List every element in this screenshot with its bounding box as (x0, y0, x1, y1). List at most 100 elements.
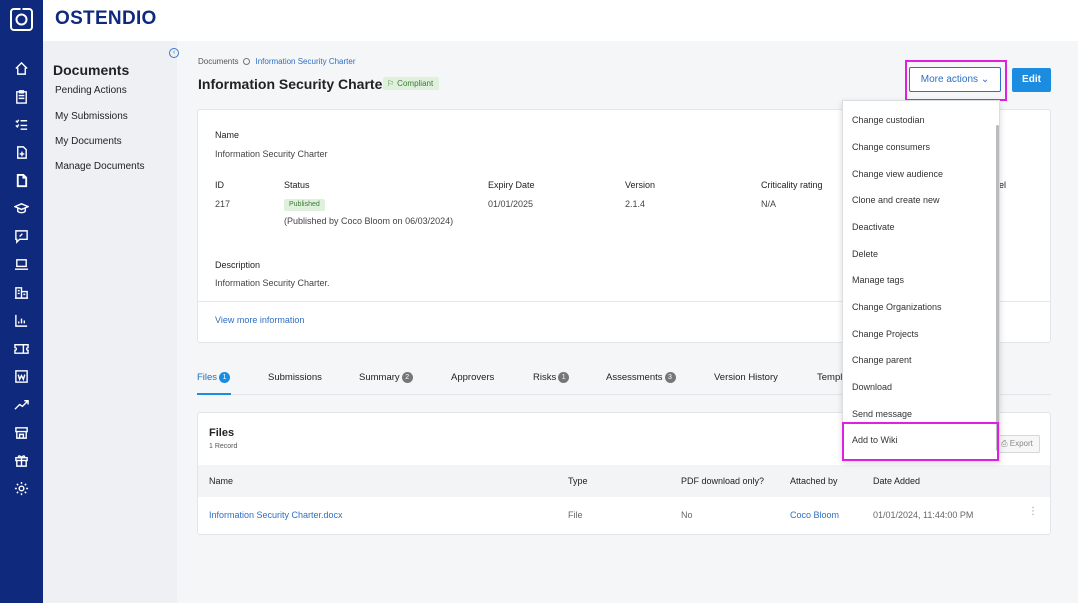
status-label: Status (284, 180, 310, 190)
more-actions-menu: Change custodian Change consumers Change… (842, 100, 1000, 461)
name-label: Name (215, 130, 240, 140)
wiki-icon[interactable] (12, 367, 31, 386)
ticket-icon[interactable] (12, 339, 31, 358)
gift-icon[interactable] (12, 451, 31, 470)
partial-label: el (999, 180, 1007, 190)
file-pdf-only: No (681, 510, 693, 520)
tab-version-history[interactable]: Version History (714, 372, 778, 383)
sidebar-item-manage-documents[interactable]: Manage Documents (55, 161, 145, 172)
expiry-value: 01/01/2025 (488, 199, 534, 209)
file-name-link[interactable]: Information Security Charter.docx (209, 510, 343, 520)
menu-item-change-custodian[interactable]: Change custodian (852, 115, 925, 125)
description-label: Description (215, 260, 261, 270)
export-button[interactable]: ⎙ Export (994, 435, 1040, 453)
menu-item-change-consumers[interactable]: Change consumers (852, 142, 930, 152)
menu-item-send-message[interactable]: Send message (852, 409, 912, 419)
breadcrumb: Documents Information Security Charter (198, 57, 356, 66)
breadcrumb-root[interactable]: Documents (198, 57, 238, 66)
flag-icon: ⚐ (387, 79, 395, 88)
store-icon[interactable] (12, 423, 31, 442)
trend-icon[interactable] (12, 395, 31, 414)
menu-item-change-organizations[interactable]: Change Organizations (852, 302, 942, 312)
sidebar-item-my-documents[interactable]: My Documents (55, 136, 122, 147)
criticality-value: N/A (761, 199, 777, 209)
tab-files-label: Files (197, 372, 218, 384)
status-note: (Published by Coco Bloom on 06/03/2024) (284, 216, 454, 226)
documents-sidebar: ‹ Documents Pending Actions My Submissio… (43, 41, 179, 603)
tab-risks-count: 1 (558, 372, 570, 383)
more-actions-highlight (905, 60, 1007, 101)
ostendio-logo-icon[interactable] (9, 7, 34, 32)
column-header-name[interactable]: Name (209, 476, 233, 486)
menu-item-delete[interactable]: Delete (852, 249, 878, 259)
sidebar-item-pending-actions[interactable]: Pending Actions (55, 85, 127, 96)
menu-item-deactivate[interactable]: Deactivate (852, 222, 895, 232)
menu-item-change-parent[interactable]: Change parent (852, 355, 912, 365)
version-value: 2.1.4 (625, 199, 646, 209)
file-date-added: 01/01/2024, 11:44:00 PM (873, 510, 974, 520)
chat-icon[interactable] (12, 227, 31, 246)
view-more-link[interactable]: View more information (215, 315, 304, 325)
version-label: Version (625, 180, 656, 190)
breadcrumb-separator-icon (243, 58, 251, 66)
icon-rail (0, 0, 43, 603)
document-icon[interactable] (12, 171, 31, 190)
menu-item-download[interactable]: Download (852, 382, 892, 392)
tab-templates[interactable]: Templ (817, 372, 842, 383)
brand-name[interactable]: OSTENDIO (55, 8, 157, 30)
menu-item-change-view-audience[interactable]: Change view audience (852, 169, 943, 179)
file-plus-icon[interactable] (12, 143, 31, 162)
buildings-icon[interactable] (12, 283, 31, 302)
export-icon: ⎙ (1001, 439, 1008, 448)
tab-summary[interactable]: Summary 2 (359, 372, 413, 383)
compliance-badge: ⚐ Compliant (383, 77, 440, 90)
clipboard-icon[interactable] (12, 87, 31, 106)
tab-approvers[interactable]: Approvers (451, 372, 494, 383)
top-bar: OSTENDIO (43, 0, 1078, 41)
tab-risks-label: Risks (533, 372, 557, 384)
id-value: 217 (215, 199, 231, 209)
active-tab-indicator (197, 393, 231, 395)
column-header-attached-by[interactable]: Attached by (790, 476, 838, 486)
menu-scrollbar[interactable] (996, 125, 999, 451)
collapse-sidebar-icon[interactable]: ‹ (169, 48, 179, 58)
tab-submissions[interactable]: Submissions (268, 372, 322, 383)
home-icon[interactable] (12, 59, 31, 78)
graduation-cap-icon[interactable] (12, 199, 31, 218)
column-header-pdf-only[interactable]: PDF download only? (681, 476, 764, 486)
menu-item-change-projects[interactable]: Change Projects (852, 329, 919, 339)
sidebar-item-my-submissions[interactable]: My Submissions (55, 111, 128, 122)
name-value: Information Security Charter (215, 149, 328, 159)
chart-bar-icon[interactable] (12, 311, 31, 330)
tab-files[interactable]: Files 1 (197, 372, 231, 384)
row-kebab-menu-icon[interactable]: ⋮ (1028, 506, 1038, 517)
files-table-header: Name Type PDF download only? Attached by… (198, 465, 1050, 497)
compliance-badge-label: Compliant (397, 79, 434, 88)
gear-icon[interactable] (12, 479, 31, 498)
description-value: Information Security Charter. (215, 278, 330, 288)
edit-button[interactable]: Edit (1012, 68, 1051, 92)
checklist-icon[interactable] (12, 115, 31, 134)
files-record-count: 1 Record (209, 443, 238, 450)
column-header-date-added[interactable]: Date Added (873, 476, 920, 486)
menu-item-manage-tags[interactable]: Manage tags (852, 275, 904, 285)
tab-assessments-count: 3 (664, 372, 676, 383)
export-label: Export (1009, 439, 1033, 448)
menu-item-clone-and-create-new[interactable]: Clone and create new (852, 195, 940, 205)
tab-assessments[interactable]: Assessments 3 (606, 372, 676, 383)
column-header-type[interactable]: Type (568, 476, 588, 486)
criticality-label: Criticality rating (761, 180, 823, 190)
add-to-wiki-highlight (842, 422, 999, 461)
file-type: File (568, 510, 583, 520)
breadcrumb-current[interactable]: Information Security Charter (255, 57, 355, 66)
page-title: Information Security Charter (198, 76, 388, 92)
tab-risks[interactable]: Risks 1 (533, 372, 570, 384)
laptop-icon[interactable] (12, 255, 31, 274)
file-attached-by[interactable]: Coco Bloom (790, 510, 839, 520)
tab-files-count: 1 (219, 372, 231, 383)
sidebar-title: Documents (53, 62, 130, 78)
files-title: Files (209, 427, 235, 439)
published-badge: Published (284, 199, 325, 211)
tab-summary-count: 2 (401, 372, 413, 383)
tab-summary-label: Summary (359, 372, 400, 384)
